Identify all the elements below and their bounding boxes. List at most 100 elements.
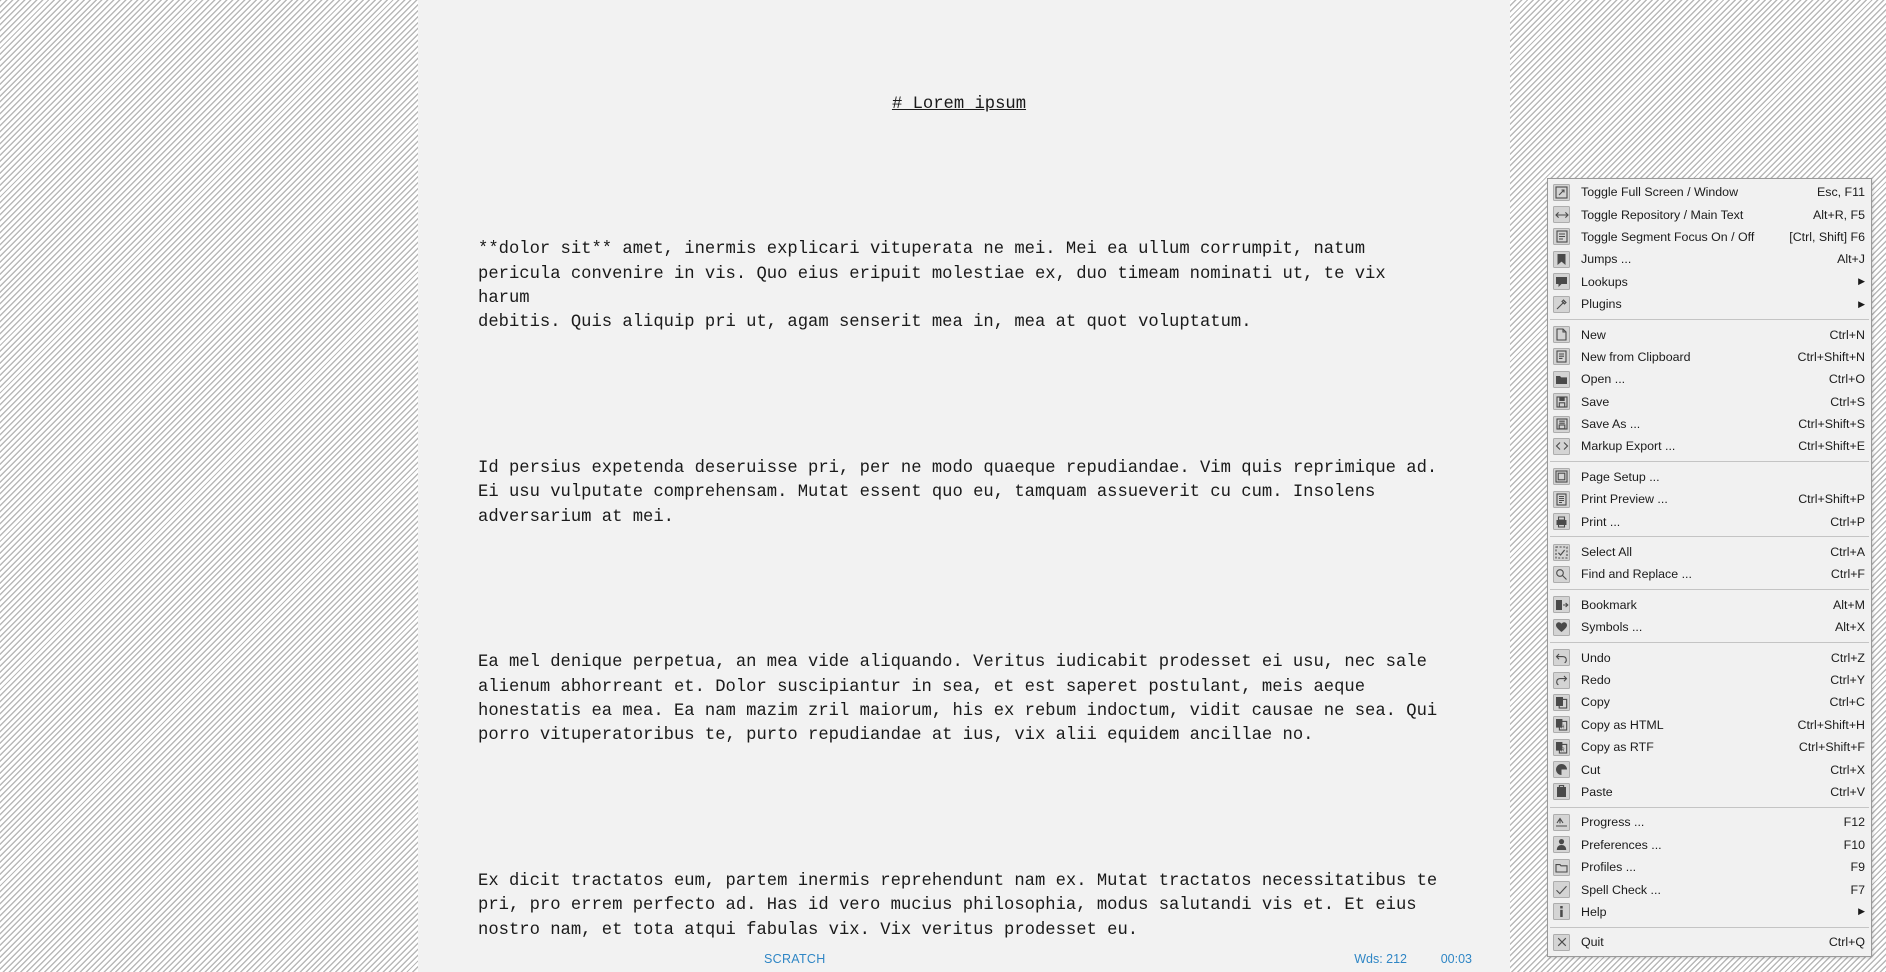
menu-item-shortcut: F10 <box>1843 837 1865 852</box>
menu-item-quit[interactable]: Quit Ctrl+Q <box>1548 931 1871 953</box>
menu-item-progress[interactable]: Progress ... F12 <box>1548 811 1871 833</box>
menu-item-shortcut: Alt+R, F5 <box>1813 207 1865 222</box>
menu-item-find-and-replace[interactable]: Find and Replace ... Ctrl+F <box>1548 563 1871 585</box>
menu-item-label: Bookmark <box>1581 597 1637 612</box>
menu-item-toggle-segment-focus-on-off[interactable]: Toggle Segment Focus On / Off [Ctrl, Shif… <box>1548 226 1871 248</box>
quit-icon <box>1553 933 1570 951</box>
menu-item-label: Toggle Full Screen / Window <box>1581 185 1739 200</box>
submenu-arrow-icon: ▶ <box>1858 298 1865 309</box>
menu-item-new[interactable]: New Ctrl+N <box>1548 323 1871 345</box>
menu-item-copy[interactable]: Copy Ctrl+C <box>1548 691 1871 713</box>
progress-icon <box>1553 813 1570 831</box>
menu-item-shortcut: [Ctrl, Shift] F6 <box>1789 229 1865 244</box>
menu-item-cut[interactable]: Cut Ctrl+X <box>1548 758 1871 780</box>
bookmark-icon <box>1553 596 1570 614</box>
menu-item-symbols[interactable]: Symbols ... Alt+X <box>1548 616 1871 638</box>
menu-item-redo[interactable]: Redo Ctrl+Y <box>1548 669 1871 691</box>
cut-icon <box>1553 761 1570 779</box>
app-window: # Lorem ipsum **dolor sit** amet, inermi… <box>0 0 1886 972</box>
menu-item-plugins[interactable]: Plugins ▶ <box>1548 293 1871 315</box>
menu-separator <box>1550 461 1869 463</box>
menu-item-save[interactable]: Save Ctrl+S <box>1548 391 1871 413</box>
document-paragraph: Ex dicit tractatos eum, partem inermis r… <box>478 872 1438 940</box>
menu-item-print[interactable]: Print ... Ctrl+P <box>1548 510 1871 532</box>
menu-item-jumps[interactable]: Jumps ... Alt+J <box>1548 248 1871 270</box>
menu-item-open[interactable]: Open ... Ctrl+O <box>1548 368 1871 390</box>
paste-icon <box>1553 783 1570 801</box>
session-timer[interactable]: 00:03 <box>1441 952 1472 966</box>
menu-item-label: Undo <box>1581 650 1611 665</box>
menu-item-shortcut: Ctrl+Shift+H <box>1797 717 1865 732</box>
menu-item-toggle-repository-main-text[interactable]: Toggle Repository / Main Text Alt+R, F5 <box>1548 203 1871 225</box>
preferences-icon <box>1553 836 1570 854</box>
menu-item-new-from-clipboard[interactable]: New from Clipboard Ctrl+Shift+N <box>1548 346 1871 368</box>
document-text-area[interactable]: # Lorem ipsum **dolor sit** amet, inermi… <box>478 44 1440 972</box>
copy-as-rtf-icon: R <box>1553 738 1570 756</box>
menu-item-label: Help <box>1581 904 1607 919</box>
menu-item-shortcut: Ctrl+F <box>1830 567 1865 582</box>
word-count[interactable]: Wds: 212 <box>1354 952 1407 966</box>
menu-item-label: Symbols ... <box>1581 620 1643 635</box>
menu-item-undo[interactable]: Undo Ctrl+Z <box>1548 646 1871 668</box>
menu-item-label: Select All <box>1581 545 1632 560</box>
menu-item-shortcut: Ctrl+Y <box>1830 673 1865 687</box>
menu-item-copy-as-rtf[interactable]: R Copy as RTF Ctrl+Shift+F <box>1548 736 1871 758</box>
menu-item-copy-as-html[interactable]: H Copy as HTML Ctrl+Shift+H <box>1548 714 1871 736</box>
menu-item-label: Copy as RTF <box>1581 740 1654 755</box>
menu-item-label: Save As ... <box>1581 417 1641 432</box>
find-replace-icon <box>1553 565 1570 583</box>
submenu-arrow-icon: ▶ <box>1858 906 1865 917</box>
menu-item-shortcut: Ctrl+Q <box>1828 935 1865 950</box>
menu-item-shortcut: Ctrl+P <box>1830 514 1865 529</box>
menu-item-markup-export[interactable]: Markup Export ... Ctrl+Shift+E <box>1548 435 1871 457</box>
document-paragraph: Ea mel denique perpetua, an mea vide ali… <box>478 653 1438 746</box>
menu-item-lookups[interactable]: Lookups ▶ <box>1548 271 1871 293</box>
menu-item-preferences[interactable]: Preferences ... F10 <box>1548 834 1871 856</box>
menu-item-shortcut: Ctrl+Z <box>1830 650 1865 665</box>
menu-item-toggle-full-screen-window[interactable]: Toggle Full Screen / Window Esc, F11 <box>1548 181 1871 203</box>
menu-item-label: Preferences ... <box>1581 837 1662 852</box>
menu-item-page-setup[interactable]: Page Setup ... <box>1548 466 1871 488</box>
menu-item-print-preview[interactable]: Print Preview ... Ctrl+Shift+P <box>1548 488 1871 510</box>
menu-item-help[interactable]: Help ▶ <box>1548 901 1871 923</box>
toggle-fullscreen-icon <box>1553 183 1570 201</box>
lookups-icon <box>1553 273 1570 291</box>
menu-item-label: Save <box>1581 394 1610 409</box>
symbols-icon <box>1553 618 1570 636</box>
menu-item-save-as[interactable]: Save As ... Ctrl+Shift+S <box>1548 413 1871 435</box>
page-setup-icon <box>1553 468 1570 486</box>
menu-item-label: New <box>1581 327 1606 342</box>
jumps-icon <box>1553 250 1570 268</box>
profiles-icon <box>1553 858 1570 876</box>
menu-item-paste[interactable]: Paste Ctrl+V <box>1548 781 1871 803</box>
menu-item-spell-check[interactable]: Spell Check ... F7 <box>1548 878 1871 900</box>
menu-item-bookmark[interactable]: Bookmark Alt+M <box>1548 594 1871 616</box>
copy-as-html-icon: H <box>1553 716 1570 734</box>
menu-item-label: Jumps ... <box>1581 252 1632 267</box>
menu-item-profiles[interactable]: Profiles ... F9 <box>1548 856 1871 878</box>
menu-item-select-all[interactable]: Select All Ctrl+A <box>1548 541 1871 563</box>
menu-item-label: Copy <box>1581 695 1610 710</box>
menu-item-shortcut: F9 <box>1850 860 1865 875</box>
toggle-segment-focus-icon <box>1553 228 1570 246</box>
menu-item-label: Copy as HTML <box>1581 717 1664 732</box>
menu-item-shortcut: Esc, F11 <box>1817 185 1865 200</box>
document-paragraph: **dolor sit** amet, inermis explicari vi… <box>478 240 1386 333</box>
markup-export-icon <box>1553 437 1570 455</box>
menu-item-shortcut: Ctrl+N <box>1829 327 1865 342</box>
scratch-indicator[interactable]: SCRATCH <box>764 952 826 966</box>
menu-item-shortcut: Ctrl+O <box>1828 372 1865 387</box>
menu-item-label: Spell Check ... <box>1581 882 1661 897</box>
svg-text:H: H <box>1561 725 1565 731</box>
menu-item-label: Redo <box>1581 673 1611 687</box>
plugins-icon <box>1553 295 1570 313</box>
context-menu[interactable]: Toggle Full Screen / Window Esc, F11 Toggl… <box>1547 178 1872 957</box>
menu-item-shortcut: Ctrl+Shift+S <box>1798 417 1865 432</box>
document-page[interactable]: # Lorem ipsum **dolor sit** amet, inermi… <box>418 0 1510 972</box>
menu-separator <box>1550 641 1869 643</box>
menu-item-label: Print Preview ... <box>1581 492 1668 507</box>
